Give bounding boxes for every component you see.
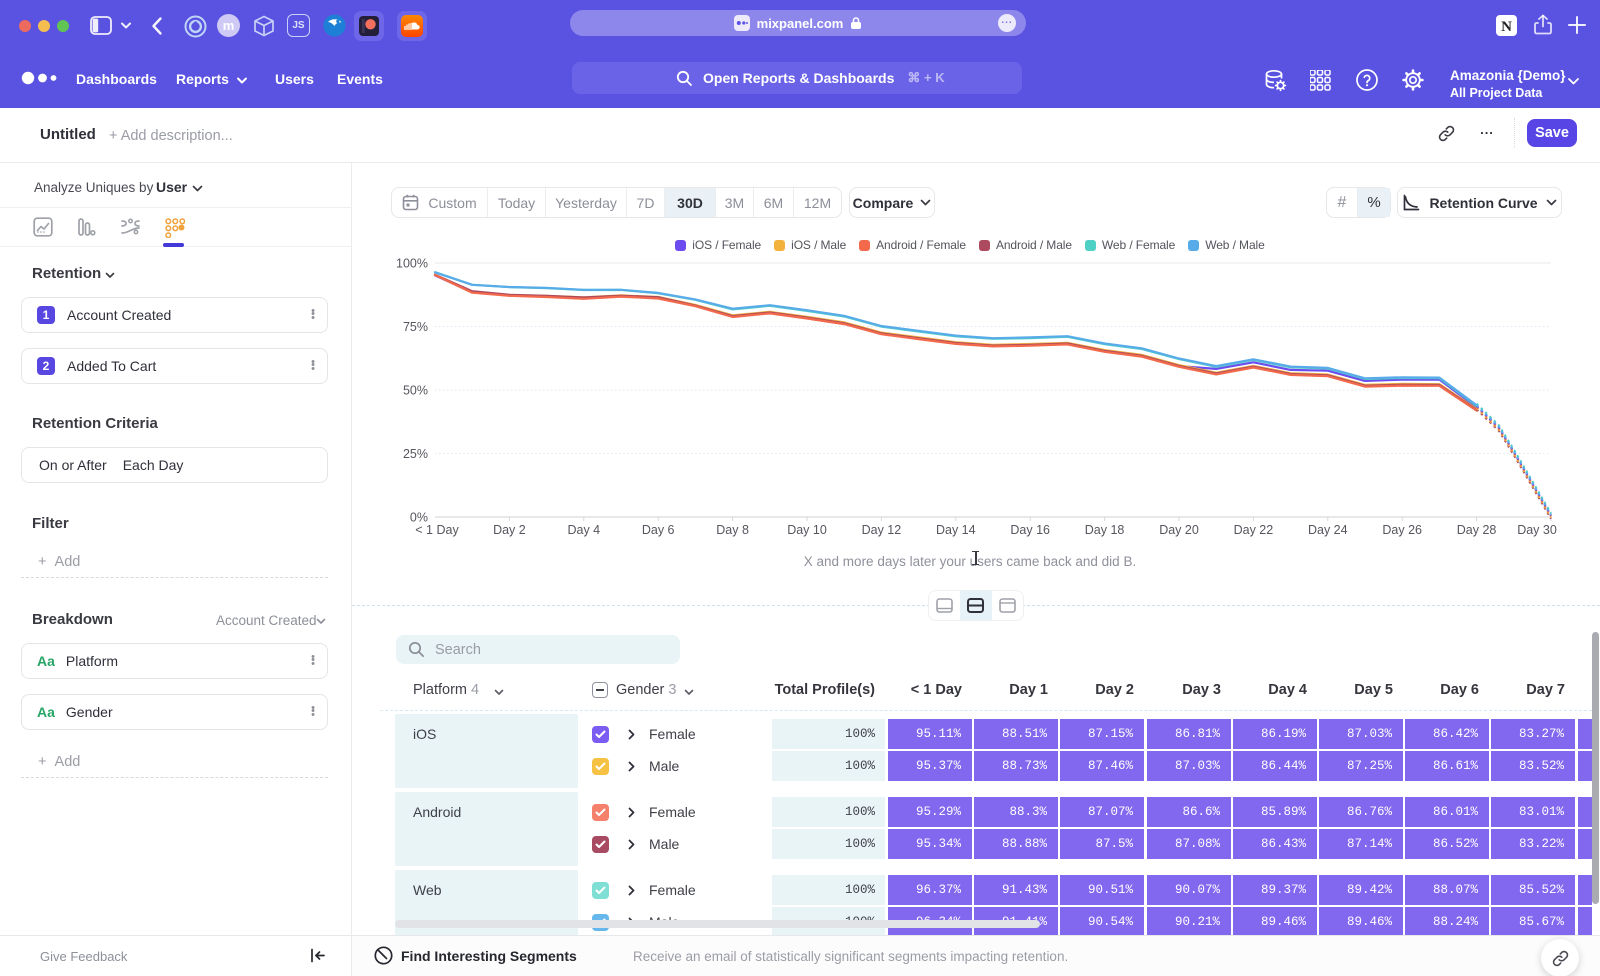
- svg-text:Day 24: Day 24: [1308, 523, 1348, 537]
- svg-text:Day 14: Day 14: [936, 523, 976, 537]
- svg-text:Day 2: Day 2: [493, 523, 526, 537]
- svg-text:N: N: [1501, 19, 1512, 35]
- svg-text:Day 26: Day 26: [1382, 523, 1422, 537]
- svg-text:Day 10: Day 10: [787, 523, 827, 537]
- svg-text:< 1 Day: < 1 Day: [415, 523, 459, 537]
- svg-text:Day 6: Day 6: [642, 523, 675, 537]
- svg-text:Day 4: Day 4: [567, 523, 600, 537]
- svg-text:Day 30: Day 30: [1517, 523, 1557, 537]
- svg-text:Day 28: Day 28: [1457, 523, 1497, 537]
- svg-text:Day 22: Day 22: [1234, 523, 1274, 537]
- svg-text:Day 12: Day 12: [862, 523, 902, 537]
- svg-text:Day 18: Day 18: [1085, 523, 1125, 537]
- svg-text:50%: 50%: [403, 384, 428, 398]
- svg-text:75%: 75%: [403, 320, 428, 334]
- svg-text:100%: 100%: [396, 257, 428, 271]
- svg-text:Day 8: Day 8: [716, 523, 749, 537]
- svg-text:25%: 25%: [403, 447, 428, 461]
- svg-text:Day 16: Day 16: [1010, 523, 1050, 537]
- svg-text:Day 20: Day 20: [1159, 523, 1199, 537]
